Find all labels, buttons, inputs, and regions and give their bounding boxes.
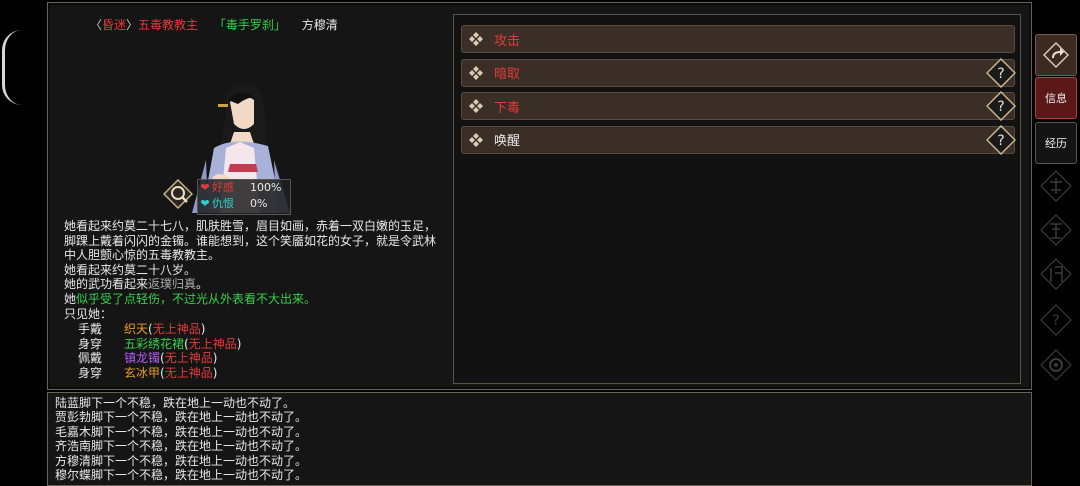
log-line: 贾彭勃脚下一个不稳，跌在地上一动也不动了。 [55, 410, 308, 425]
diamond-cluster-icon [469, 32, 483, 46]
log-line: 陆蓝脚下一个不稳，跌在地上一动也不动了。 [55, 396, 296, 410]
favor-value: 100% [250, 181, 282, 194]
diamond-cluster-icon [469, 99, 483, 113]
right-sidebar: 信息 经历 ? [1032, 0, 1080, 486]
log-line: 穆尔蝶脚下一个不稳，跌在地上一动也不动了。 [55, 468, 308, 483]
edge-swipe-handle[interactable] [2, 30, 25, 105]
equip-item[interactable]: 玄冰甲 [124, 366, 160, 381]
character-panel: 〈昏迷〉五毒教教主 「毒手罗刹」 方穆清 ❤ 好感 100% ❤ 仇恨 0% 她… [47, 2, 1032, 390]
hatred-value: 0% [250, 197, 268, 210]
combat-log[interactable]: 陆蓝脚下一个不稳，跌在地上一动也不动了。 贾彭勃脚下一个不稳，跌在地上一动也不动了… [47, 392, 1032, 486]
tab-info[interactable]: 信息 [1035, 77, 1077, 119]
svg-text:?: ? [997, 99, 1004, 115]
help-icon[interactable]: ? [986, 124, 1016, 155]
heart-red-icon: ❤ [200, 181, 210, 194]
faction-tag: 昏迷 [102, 18, 127, 32]
tab-info-label: 信息 [1045, 92, 1067, 105]
action-label: 下毒 [494, 100, 521, 116]
faded-help-icon: ? [1040, 304, 1072, 336]
heart-cyan-icon: ❤ [200, 197, 210, 210]
equip-item[interactable]: 织天 [124, 322, 148, 337]
diamond-cluster-icon [469, 65, 483, 80]
character-name: 方穆清 [301, 18, 338, 32]
faded-study-icon [1040, 214, 1072, 246]
log-line: 毛嘉木脚下一个不稳，跌在地上一动也不动了。 [55, 424, 308, 439]
faction-name: 五毒教教主 [138, 18, 199, 32]
favor-label: 好感 [212, 181, 234, 194]
action-label: 唤醒 [494, 134, 521, 149]
equip-grade: 无上神品 [152, 322, 201, 336]
relation-emblem-icon[interactable] [163, 179, 193, 209]
action-button[interactable]: 下毒? [461, 91, 1016, 121]
character-header: 〈昏迷〉五毒教教主 「毒手罗刹」 方穆清 [90, 16, 338, 33]
back-button[interactable] [1035, 34, 1077, 76]
paren-close: ) [212, 351, 218, 366]
faded-work-icon [1040, 170, 1072, 202]
log-line: 齐浩南脚下一个不稳，跌在地上一动也不动了。 [55, 439, 308, 454]
equip-slot: 身穿 [78, 336, 103, 351]
appearance-text: 她看起来约莫二十七八，肌肤胜雪，眉目如画，赤着一双白嫩的玉足，脚踝上戴着闪闪的金… [64, 219, 437, 263]
help-icon[interactable]: ? [986, 57, 1016, 88]
martial-level: 返璞归真 [148, 277, 197, 292]
relation-status: ❤ 好感 100% ❤ 仇恨 0% [163, 179, 291, 215]
equipment-row: 佩戴 镇龙镯(无上神品) [64, 351, 241, 366]
action-button[interactable]: 唤醒? [461, 124, 1016, 155]
paren-close: ) [236, 336, 242, 351]
tab-history[interactable]: 经历 [1035, 122, 1077, 164]
action-button[interactable]: 攻击 [461, 25, 1015, 53]
equip-grade: 无上神品 [164, 365, 213, 380]
equipment-row: 身穿 玄冰甲(无上神品) [64, 366, 241, 381]
svg-text:?: ? [997, 133, 1004, 149]
equip-slot: 手戴 [78, 322, 103, 336]
hatred-row: ❤ 仇恨 0% [198, 196, 290, 212]
svg-text:?: ? [997, 66, 1004, 82]
equip-item[interactable]: 五彩绣花裙 [124, 337, 184, 352]
equipment-row: 身穿 五彩绣花裙(无上神品) [64, 337, 241, 352]
paren-close: ) [212, 365, 218, 380]
character-title: 「毒手罗刹」 [213, 18, 286, 32]
help-icon[interactable]: ? [986, 91, 1016, 121]
log-lines: 陆蓝脚下一个不稳，跌在地上一动也不动了。 贾彭勃脚下一个不稳，跌在地上一动也不动了… [55, 396, 307, 482]
faded-gear-icon [1040, 349, 1072, 381]
log-line: 方穆清脚下一个不稳，跌在地上一动也不动了。 [55, 453, 308, 468]
return-arrow-icon [1042, 41, 1070, 69]
diamond-cluster-icon [469, 132, 483, 147]
tab-history-label: 经历 [1045, 137, 1067, 150]
equip-slot: 佩戴 [78, 351, 103, 366]
age-text: 她看起来约莫二十八岁。 [64, 262, 197, 277]
actions-panel: 攻击 暗取? 下毒? 唤醒? [453, 14, 1021, 384]
injury-status: 似乎受了点轻伤，不过光从外表看不大出来。 [76, 291, 317, 306]
equip-grade: 无上神品 [164, 351, 213, 366]
relation-values: ❤ 好感 100% ❤ 仇恨 0% [197, 179, 291, 215]
svg-text:?: ? [1052, 313, 1059, 329]
hatred-label: 仇恨 [212, 197, 234, 210]
faction-sep: 〉 [126, 18, 139, 32]
equip-item[interactable]: 镇龙镯 [124, 351, 160, 366]
action-button[interactable]: 暗取? [461, 57, 1016, 88]
action-label: 暗取 [494, 67, 521, 82]
favor-row: ❤ 好感 100% [198, 180, 290, 196]
equip-grade: 无上神品 [188, 336, 237, 351]
faded-sect-icon [1040, 258, 1072, 290]
equipment-list: 手戴 织天(无上神品) 身穿 五彩绣花裙(无上神品) 佩戴 镇龙镯(无上神品) 身穿 玄冰甲(… [64, 322, 241, 380]
action-label: 攻击 [494, 33, 521, 49]
martial-text: 她的武功看起来返璞归真。 [64, 277, 209, 292]
injury-text: 她似乎受了点轻伤，不过光从外表看不大出来。 [64, 291, 317, 306]
equip-intro: 只见她： [64, 306, 113, 321]
paren-close: ) [200, 322, 206, 336]
character-description: 她看起来约莫二十七八，肌肤胜雪，眉目如画，赤着一双白嫩的玉足，脚踝上戴着闪闪的金… [64, 219, 444, 321]
equip-slot: 身穿 [78, 365, 103, 380]
equipment-row: 手戴 织天(无上神品) [64, 322, 241, 337]
faction-prefix: 〈 [90, 18, 103, 32]
